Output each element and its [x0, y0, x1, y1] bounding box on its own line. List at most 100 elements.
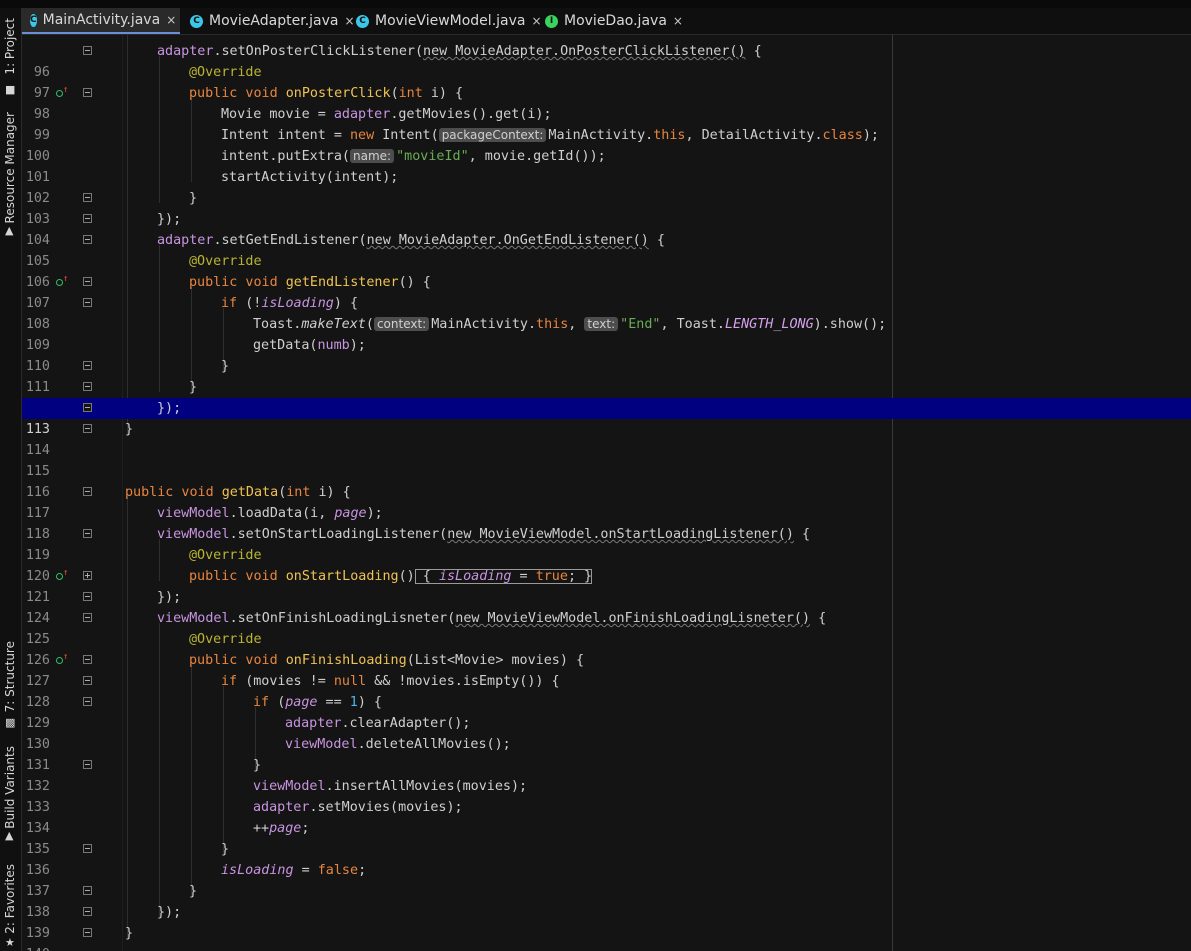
code-line[interactable]: 112 }: [22, 377, 1191, 416]
fold-marker[interactable]: [83, 298, 92, 307]
override-marker-icon[interactable]: ↑: [56, 86, 68, 99]
code-line[interactable]: 130 adapter.clearAdapter();: [22, 713, 1191, 752]
fold-marker[interactable]: [83, 928, 92, 937]
fold-marker[interactable]: [83, 907, 92, 916]
code-line[interactable]: 108 if (!isLoading) {: [22, 293, 1191, 332]
code-line[interactable]: 140 }: [22, 923, 1191, 951]
code-token: {: [793, 527, 811, 542]
code-line[interactable]: 109 Toast.makeText(context: MainActivity.…: [22, 314, 1191, 353]
fold-marker[interactable]: [83, 277, 92, 286]
code-token: public void: [189, 569, 286, 584]
code-line[interactable]: 106 @Override: [22, 251, 1191, 290]
code-line[interactable]: 119 viewModel.setOnStartLoadingListener(…: [22, 524, 1191, 563]
code-line[interactable]: 132 }: [22, 755, 1191, 794]
fold-marker[interactable]: [83, 88, 92, 97]
favorites-tool-button[interactable]: 2: Favorites ★: [0, 864, 21, 949]
fold-marker[interactable]: [83, 592, 92, 601]
fold-marker[interactable]: [83, 382, 92, 391]
fold-marker[interactable]: [83, 235, 92, 244]
fold-marker[interactable]: [83, 886, 92, 895]
code-line[interactable]: 105 adapter.setGetEndListener(new MovieA…: [22, 230, 1191, 269]
code-line[interactable]: 97 @Override: [22, 62, 1191, 101]
tab-movieadapter[interactable]: C MovieAdapter.java ×: [182, 8, 361, 34]
code-line[interactable]: 101 intent.putExtra(name: "movieId", movi…: [22, 146, 1191, 185]
code-line[interactable]: 124 });: [22, 587, 1191, 626]
code-line[interactable]: 100 Intent intent = new Intent(packageCo…: [22, 125, 1191, 164]
project-tool-button[interactable]: 1: Project ■: [0, 18, 21, 95]
code-line[interactable]: 102 startActivity(intent);: [22, 167, 1191, 206]
fold-marker[interactable]: [83, 424, 92, 433]
code-line[interactable]: 125 viewModel.setOnFinishLoadingLisneter…: [22, 608, 1191, 647]
structure-tool-button[interactable]: 7: Structure ▩: [0, 641, 21, 731]
code-token: });: [157, 401, 182, 416]
code-line[interactable]: 107 ↑ public void getEndListener() {: [22, 272, 1191, 312]
code-line[interactable]: 116: [22, 461, 1191, 500]
code-token: .setOnFinishLoadingLisneter(: [229, 611, 456, 626]
code-line[interactable]: 104 });: [22, 209, 1191, 248]
fold-marker[interactable]: [83, 655, 92, 664]
fold-marker[interactable]: [83, 487, 92, 496]
parameter-hint: name:: [350, 149, 395, 163]
code-token: this: [536, 317, 569, 332]
resource-manager-label: Resource Manager: [3, 112, 17, 224]
code-line[interactable]: 135 ++page;: [22, 818, 1191, 857]
code-line[interactable]: 118 viewModel.loadData(i, page);: [22, 503, 1191, 542]
fold-marker[interactable]: [83, 46, 92, 55]
fold-marker[interactable]: [83, 403, 92, 412]
override-marker-icon[interactable]: ↑: [56, 569, 68, 582]
tab-label: MovieDao.java: [564, 13, 667, 29]
close-icon[interactable]: ×: [166, 13, 176, 27]
fold-marker[interactable]: [83, 193, 92, 202]
code-line[interactable]: 120 @Override: [22, 545, 1191, 584]
code-line[interactable]: 128 if (movies != null && !movies.isEmpt…: [22, 671, 1191, 710]
tab-mainactivity[interactable]: C MainActivity.java ×: [22, 8, 180, 34]
code-token: public void: [189, 275, 286, 290]
code-line[interactable]: 99 Movie movie = adapter.getMovies().get…: [22, 104, 1191, 143]
code-line[interactable]: 134 adapter.setMovies(movies);: [22, 797, 1191, 836]
code-line[interactable]: 96 adapter.setOnPosterClickListener(new …: [22, 41, 1191, 80]
fold-marker[interactable]: [83, 760, 92, 769]
code-line[interactable]: 98 ↑ public void onPosterClick(int i) {: [22, 83, 1191, 123]
code-line[interactable]: 103 }: [22, 188, 1191, 227]
code-editor[interactable]: 96 adapter.setOnPosterClickListener(new …: [22, 35, 1191, 951]
code-line[interactable]: 110 getData(numb);: [22, 335, 1191, 374]
fold-marker[interactable]: [83, 214, 92, 223]
code-line[interactable]: 138 }: [22, 881, 1191, 920]
code-line[interactable]: 139 });: [22, 902, 1191, 941]
fold-marker[interactable]: [83, 613, 92, 622]
tab-moviedao[interactable]: I MovieDao.java ×: [537, 8, 689, 34]
fold-marker[interactable]: [83, 676, 92, 685]
code-token: , movie.getId());: [468, 149, 606, 164]
fold-marker[interactable]: [83, 529, 92, 538]
code-line[interactable]: 136 }: [22, 839, 1191, 878]
code-line[interactable]: 115: [22, 440, 1191, 479]
resource-manager-tool-button[interactable]: Resource Manager ▲: [0, 112, 21, 237]
fold-marker[interactable]: [83, 697, 92, 706]
code-line[interactable]: 133 viewModel.insertAllMovies(movies);: [22, 776, 1191, 815]
fold-marker-collapsed[interactable]: [83, 571, 92, 580]
code-line[interactable]: 129 if (page == 1) {: [22, 692, 1191, 731]
build-variants-tool-button[interactable]: Build Variants ▲: [0, 746, 21, 846]
code-token: true: [535, 569, 568, 584]
close-icon[interactable]: ×: [673, 14, 683, 28]
code-line[interactable]: 131 viewModel.deleteAllMovies();: [22, 734, 1191, 773]
code-line[interactable]: 137 isLoading = false;: [22, 860, 1191, 899]
code-token: int: [286, 485, 319, 500]
code-line[interactable]: 121 ↑ public void onStartLoading() { isL…: [22, 566, 1191, 605]
code-token: getData: [221, 485, 279, 500]
fold-marker[interactable]: [83, 361, 92, 370]
structure-icon: ▩: [5, 716, 16, 729]
override-marker-icon[interactable]: ↑: [56, 653, 68, 666]
code-line[interactable]: 117 public void getData(int i) {: [22, 482, 1191, 521]
code-token: 1: [349, 695, 358, 710]
code-line[interactable]: 126 @Override: [22, 629, 1191, 668]
code-line-current[interactable]: 113 });: [22, 398, 1191, 437]
tab-movieviewmodel[interactable]: C MovieViewModel.java ×: [348, 8, 548, 34]
code-line[interactable]: 111 }: [22, 356, 1191, 395]
code-token: new: [350, 128, 383, 143]
code-line[interactable]: 127 ↑ public void onFinishLoading(List<M…: [22, 650, 1191, 690]
override-marker-icon[interactable]: ↑: [56, 275, 68, 288]
code-token: if: [253, 695, 278, 710]
code-line[interactable]: 114 }: [22, 419, 1191, 458]
fold-marker[interactable]: [83, 844, 92, 853]
